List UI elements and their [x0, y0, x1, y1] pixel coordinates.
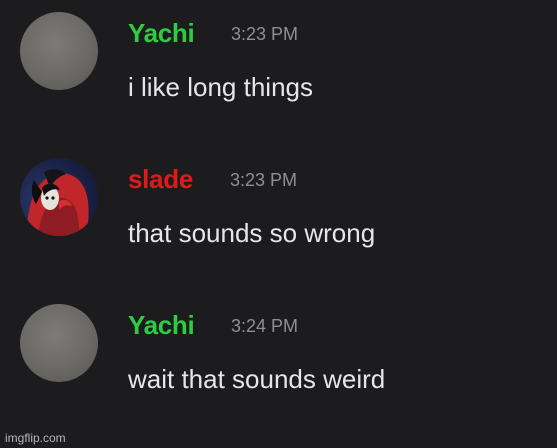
chat-message: Yachi 3:24 PM wait that sounds weird — [0, 292, 557, 402]
avatar[interactable] — [20, 304, 98, 382]
message-timestamp: 3:23 PM — [230, 170, 298, 190]
message-text: i like long things — [128, 72, 313, 102]
message-text: that sounds so wrong — [128, 218, 376, 248]
message-timestamp: 3:23 PM — [231, 24, 299, 44]
username[interactable]: Yachi — [128, 17, 195, 49]
chat-log: Yachi 3:23 PM i like long things slade 3… — [0, 0, 557, 448]
username[interactable]: slade — [128, 163, 193, 195]
username[interactable]: Yachi — [128, 309, 195, 341]
chat-message: slade 3:23 PM that sounds so wrong — [0, 146, 557, 256]
avatar[interactable] — [20, 158, 98, 236]
avatar[interactable] — [20, 12, 98, 90]
message-timestamp: 3:24 PM — [231, 316, 299, 336]
chat-message: Yachi 3:23 PM i like long things — [0, 0, 557, 110]
message-text: wait that sounds weird — [128, 364, 386, 394]
character-portrait-icon — [26, 169, 89, 236]
watermark: imgflip.com — [5, 431, 66, 445]
